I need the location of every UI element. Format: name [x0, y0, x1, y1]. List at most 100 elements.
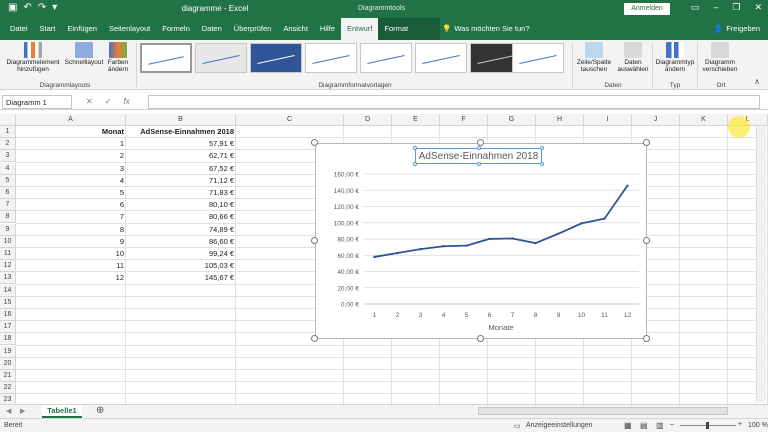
tell-me-box[interactable]: 💡 Was möchten Sie tun?: [442, 24, 530, 33]
zoom-out-icon[interactable]: –: [670, 421, 674, 428]
share-button[interactable]: 👤 Freigeben: [714, 24, 760, 33]
chart-style-6[interactable]: [415, 43, 467, 73]
function-icon[interactable]: fx: [123, 97, 129, 106]
collapse-ribbon-icon[interactable]: ∧: [754, 77, 760, 86]
tab-überprüfen[interactable]: Überprüfen: [228, 18, 278, 40]
column-header[interactable]: I: [584, 114, 632, 126]
month-cell[interactable]: 11: [16, 260, 126, 272]
chart-style-8[interactable]: [512, 43, 564, 73]
row-header[interactable]: 6: [0, 187, 16, 199]
column-header[interactable]: K: [680, 114, 728, 126]
data-point[interactable]: [557, 232, 560, 235]
header-cell-month[interactable]: Monat: [16, 126, 126, 138]
tab-daten[interactable]: Daten: [196, 18, 228, 40]
chart-style-4[interactable]: [305, 43, 357, 73]
prev-sheet-icon[interactable]: ◀: [6, 407, 11, 415]
title-handle[interactable]: [413, 162, 417, 166]
tab-format[interactable]: Format: [378, 18, 414, 40]
row-header[interactable]: 14: [0, 284, 16, 297]
zoom-in-icon[interactable]: +: [738, 421, 742, 428]
row-header[interactable]: 21: [0, 370, 16, 382]
row-header[interactable]: 16: [0, 309, 16, 321]
data-point[interactable]: [534, 241, 537, 245]
change-colors-button[interactable]: Farben ändern: [106, 42, 130, 73]
add-sheet-icon[interactable]: ⊕: [96, 405, 104, 416]
vertical-scrollbar[interactable]: [756, 126, 766, 402]
row-header[interactable]: 4: [0, 162, 16, 175]
login-button[interactable]: Anmelden: [624, 3, 670, 15]
title-handle[interactable]: [477, 162, 481, 166]
month-cell[interactable]: 7: [16, 211, 126, 223]
resize-handle[interactable]: [311, 237, 318, 244]
data-point[interactable]: [396, 251, 399, 255]
data-point[interactable]: [465, 244, 468, 247]
revenue-cell[interactable]: 145,67 €: [126, 272, 236, 284]
tab-start[interactable]: Start: [34, 18, 62, 40]
add-chart-element-button[interactable]: Diagrammelement hinzufügen: [6, 42, 60, 73]
title-handle[interactable]: [413, 146, 417, 150]
horizontal-scrollbar[interactable]: [478, 407, 728, 415]
series-line[interactable]: [374, 185, 629, 258]
row-header[interactable]: 9: [0, 223, 16, 236]
select-data-button[interactable]: Daten auswählen: [616, 42, 650, 73]
formula-input[interactable]: [148, 95, 760, 109]
data-point[interactable]: [603, 217, 606, 220]
revenue-cell[interactable]: 71,12 €: [126, 175, 236, 187]
resize-handle[interactable]: [643, 139, 650, 146]
row-header[interactable]: 5: [0, 174, 16, 187]
row-header[interactable]: 19: [0, 345, 16, 358]
column-header[interactable]: C: [236, 114, 344, 126]
resize-handle[interactable]: [311, 139, 318, 146]
row-header[interactable]: 1: [0, 126, 16, 138]
row-header[interactable]: 22: [0, 382, 16, 395]
page-layout-icon[interactable]: ▤: [640, 421, 648, 430]
month-cell[interactable]: 8: [16, 224, 126, 236]
data-point[interactable]: [373, 255, 376, 259]
row-header[interactable]: 10: [0, 235, 16, 248]
resize-handle[interactable]: [643, 237, 650, 244]
move-chart-button[interactable]: Diagramm verschieben: [698, 42, 742, 73]
resize-handle[interactable]: [643, 335, 650, 342]
month-cell[interactable]: 2: [16, 150, 126, 162]
row-header[interactable]: 8: [0, 211, 16, 224]
tab-hilfe[interactable]: Hilfe: [314, 18, 341, 40]
column-header[interactable]: D: [344, 114, 392, 126]
row-header[interactable]: 15: [0, 296, 16, 309]
data-point[interactable]: [419, 247, 422, 251]
title-handle[interactable]: [540, 162, 544, 166]
month-cell[interactable]: 6: [16, 199, 126, 211]
month-cell[interactable]: 9: [16, 236, 126, 248]
name-box[interactable]: Diagramm 1: [2, 95, 72, 109]
row-header[interactable]: 12: [0, 260, 16, 273]
enter-icon[interactable]: ✓: [105, 97, 112, 106]
row-header[interactable]: 11: [0, 248, 16, 260]
data-point[interactable]: [626, 184, 629, 187]
row-header[interactable]: 7: [0, 199, 16, 212]
next-sheet-icon[interactable]: ▶: [20, 407, 25, 415]
tab-einfügen[interactable]: Einfügen: [61, 18, 103, 40]
tab-formeln[interactable]: Formeln: [156, 18, 196, 40]
tab-seitenlayout[interactable]: Seitenlayout: [103, 18, 156, 40]
row-header[interactable]: 2: [0, 138, 16, 151]
revenue-cell[interactable]: 80,66 €: [126, 211, 236, 223]
display-settings-icon[interactable]: ▭: [514, 422, 521, 430]
data-point[interactable]: [511, 237, 514, 240]
tab-entwurf[interactable]: Entwurf: [340, 18, 379, 40]
chart-style-2[interactable]: [195, 43, 247, 73]
page-break-icon[interactable]: ▥: [656, 421, 664, 430]
revenue-cell[interactable]: 57,91 €: [126, 138, 236, 150]
row-header[interactable]: 23: [0, 394, 16, 404]
row-header[interactable]: 13: [0, 272, 16, 285]
ribbon-display-icon[interactable]: ▭: [691, 2, 700, 13]
title-handle[interactable]: [477, 146, 481, 150]
row-header[interactable]: 20: [0, 357, 16, 370]
revenue-cell[interactable]: 74,89 €: [126, 224, 236, 236]
chart-style-1[interactable]: [140, 43, 192, 73]
chart-style-3[interactable]: [250, 43, 302, 73]
resize-handle[interactable]: [477, 139, 484, 146]
chart-style-5[interactable]: [360, 43, 412, 73]
month-cell[interactable]: 12: [16, 272, 126, 284]
maximize-icon[interactable]: ❐: [732, 2, 740, 13]
revenue-cell[interactable]: 86,60 €: [126, 236, 236, 248]
resize-handle[interactable]: [311, 335, 318, 342]
